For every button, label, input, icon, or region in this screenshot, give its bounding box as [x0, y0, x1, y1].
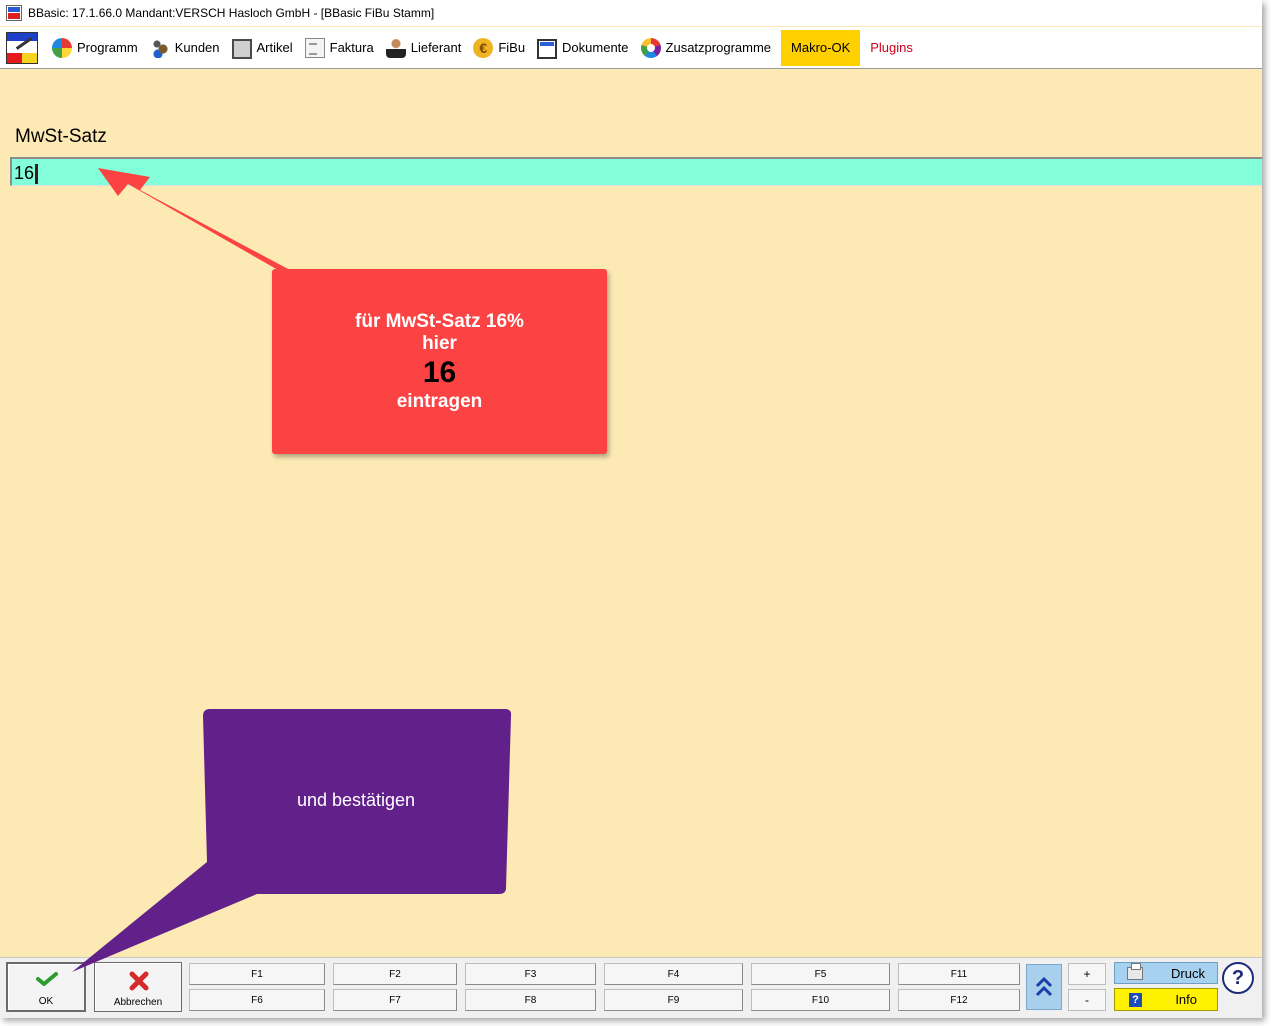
- mwst-satz-input[interactable]: 16: [10, 157, 1262, 186]
- kunden-icon: [149, 37, 170, 58]
- plus-button[interactable]: +: [1068, 963, 1106, 985]
- menu-zusatzprogramme[interactable]: Zusatzprogramme: [635, 30, 777, 66]
- menu-dokumente[interactable]: Dokumente: [531, 30, 634, 66]
- cross-icon: [129, 971, 149, 991]
- text-caret: [35, 163, 39, 184]
- artikel-icon: [231, 39, 252, 59]
- check-icon: [36, 972, 58, 986]
- f11-button[interactable]: F11: [898, 963, 1020, 985]
- red-callout-line4: eintragen: [396, 390, 483, 412]
- window-title: BBasic: 17.1.66.0 Mandant:VERSCH Hasloch…: [28, 6, 435, 20]
- menu-kunden-label: Kunden: [174, 40, 220, 55]
- menu-lieferant[interactable]: Lieferant: [380, 30, 468, 66]
- faktura-icon: [304, 37, 325, 58]
- f7-button[interactable]: F7: [333, 989, 457, 1011]
- red-callout: für MwSt-Satz 16% hier 16 eintragen: [272, 269, 607, 454]
- help-icon[interactable]: ?: [1222, 962, 1254, 994]
- menu-plugins[interactable]: Plugins: [864, 30, 919, 66]
- ok-button[interactable]: OK: [6, 962, 86, 1012]
- scroll-up-button[interactable]: [1026, 964, 1062, 1010]
- f9-button[interactable]: F9: [604, 989, 743, 1011]
- menu-lieferant-label: Lieferant: [410, 40, 462, 55]
- fibu-icon: €: [473, 37, 494, 58]
- app-icon: [6, 5, 22, 21]
- druck-label: Druck: [1171, 965, 1205, 981]
- menu-fibu[interactable]: € FiBu: [467, 30, 531, 66]
- purple-callout-text: und bestätigen: [296, 790, 416, 810]
- ok-label: OK: [38, 996, 54, 1007]
- druck-button[interactable]: Druck: [1114, 962, 1218, 984]
- info-button[interactable]: ? Info: [1114, 988, 1218, 1011]
- menu-artikel[interactable]: Artikel: [226, 30, 299, 66]
- printer-icon: [1127, 963, 1143, 980]
- f4-button[interactable]: F4: [604, 963, 743, 985]
- menu-dokumente-label: Dokumente: [562, 40, 629, 55]
- red-callout-value: 16: [422, 355, 457, 389]
- menu-zusatzprogramme-label: Zusatzprogramme: [665, 40, 772, 55]
- menu-fibu-label: FiBu: [498, 40, 526, 55]
- info-icon: ?: [1129, 993, 1142, 1007]
- f8-button[interactable]: F8: [465, 989, 596, 1011]
- f2-button[interactable]: F2: [333, 963, 457, 985]
- menu-makro-ok[interactable]: Makro-OK: [781, 29, 861, 66]
- cancel-button[interactable]: Abbrechen: [94, 962, 182, 1012]
- menu-faktura[interactable]: Faktura: [299, 30, 380, 66]
- dokumente-icon: [537, 38, 558, 59]
- mwst-satz-value: 16: [14, 163, 35, 183]
- f6-button[interactable]: F6: [189, 989, 325, 1011]
- f10-button[interactable]: F10: [751, 989, 890, 1011]
- f12-button[interactable]: F12: [898, 989, 1020, 1011]
- menu-artikel-label: Artikel: [256, 40, 293, 55]
- info-label: Info: [1175, 992, 1197, 1007]
- mwst-satz-label: MwSt-Satz: [15, 126, 107, 147]
- title-bar: BBasic: 17.1.66.0 Mandant:VERSCH Hasloch…: [0, 0, 1262, 26]
- menu-programm[interactable]: Programm: [46, 30, 144, 66]
- menu-bar: Programm Kunden Artikel Faktura Lieferan…: [0, 27, 1262, 69]
- zusatzprogramme-icon: [640, 37, 661, 58]
- lieferant-icon: [385, 37, 406, 58]
- f3-button[interactable]: F3: [465, 963, 596, 985]
- bottom-button-bar: OK Abbrechen F1 F2 F3 F4 F5 F11 F6 F7 F8…: [0, 957, 1262, 1018]
- menu-faktura-label: Faktura: [329, 40, 374, 55]
- red-callout-line1: für MwSt-Satz 16%: [355, 310, 524, 332]
- minus-button[interactable]: -: [1068, 989, 1106, 1011]
- application-window: BBasic: 17.1.66.0 Mandant:VERSCH Hasloch…: [0, 0, 1262, 1018]
- menu-kunden[interactable]: Kunden: [144, 30, 226, 66]
- cancel-label: Abbrechen: [113, 997, 163, 1008]
- programm-icon: [52, 37, 72, 58]
- f1-button[interactable]: F1: [189, 963, 325, 985]
- red-callout-line2: hier: [422, 332, 457, 354]
- bbasic-logo-icon[interactable]: [6, 31, 38, 64]
- menu-programm-label: Programm: [77, 40, 138, 55]
- double-chevron-up-icon: [1035, 976, 1053, 997]
- f5-button[interactable]: F5: [751, 963, 890, 985]
